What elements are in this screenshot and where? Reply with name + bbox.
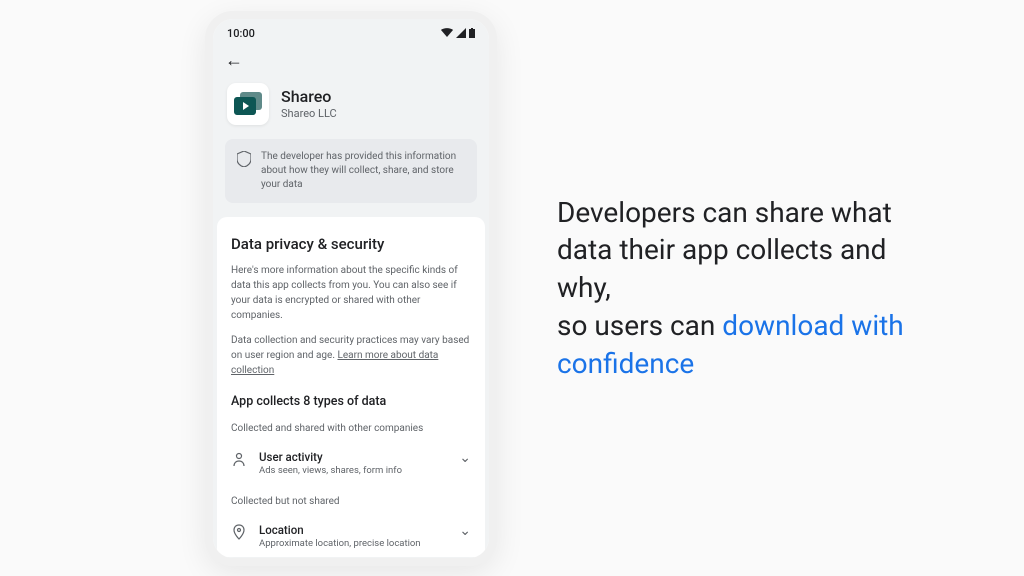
- privacy-body-2: Data collection and security practices m…: [231, 333, 471, 378]
- app-header: Shareo Shareo LLC: [213, 79, 489, 139]
- battery-icon: [469, 28, 475, 38]
- chevron-down-icon: ⌄: [459, 450, 471, 466]
- app-developer: Shareo LLC: [281, 107, 337, 120]
- shared-label: Collected and shared with other companie…: [231, 423, 471, 434]
- privacy-section: Data privacy & security Here's more info…: [217, 217, 485, 557]
- data-row-sub: Ads seen, views, shares, form info: [259, 465, 447, 476]
- not-shared-label: Collected but not shared: [231, 496, 471, 507]
- status-time: 10:00: [227, 27, 255, 40]
- person-icon: [231, 451, 247, 467]
- privacy-body-1: Here's more information about the specif…: [231, 263, 471, 323]
- back-button[interactable]: ←: [225, 50, 243, 71]
- collects-title: App collects 8 types of data: [231, 394, 471, 409]
- phone-mockup: 10:00 ← Shareo Sha: [205, 11, 497, 566]
- app-icon: [227, 83, 269, 125]
- caption-line-2a: so users can: [557, 309, 722, 342]
- app-name: Shareo: [281, 87, 337, 106]
- privacy-title: Data privacy & security: [231, 235, 471, 253]
- marketing-caption: Developers can share what data their app…: [557, 194, 917, 383]
- status-icons: [441, 28, 475, 38]
- chevron-down-icon: ⌄: [459, 523, 471, 539]
- location-icon: [231, 524, 247, 540]
- data-row-user-activity[interactable]: User activity Ads seen, views, shares, f…: [231, 444, 471, 482]
- wifi-icon: [441, 28, 453, 38]
- shield-icon: [237, 151, 251, 167]
- developer-info-box: The developer has provided this informat…: [225, 139, 477, 203]
- data-row-sub: Approximate location, precise location: [259, 538, 447, 549]
- data-row-title: User activity: [259, 450, 447, 464]
- data-row-location[interactable]: Location Approximate location, precise l…: [231, 517, 471, 555]
- caption-line-1: Developers can share what data their app…: [557, 196, 892, 305]
- data-row-title: Location: [259, 523, 447, 537]
- developer-info-text: The developer has provided this informat…: [261, 150, 465, 192]
- signal-icon: [456, 28, 466, 38]
- status-bar: 10:00: [213, 19, 489, 44]
